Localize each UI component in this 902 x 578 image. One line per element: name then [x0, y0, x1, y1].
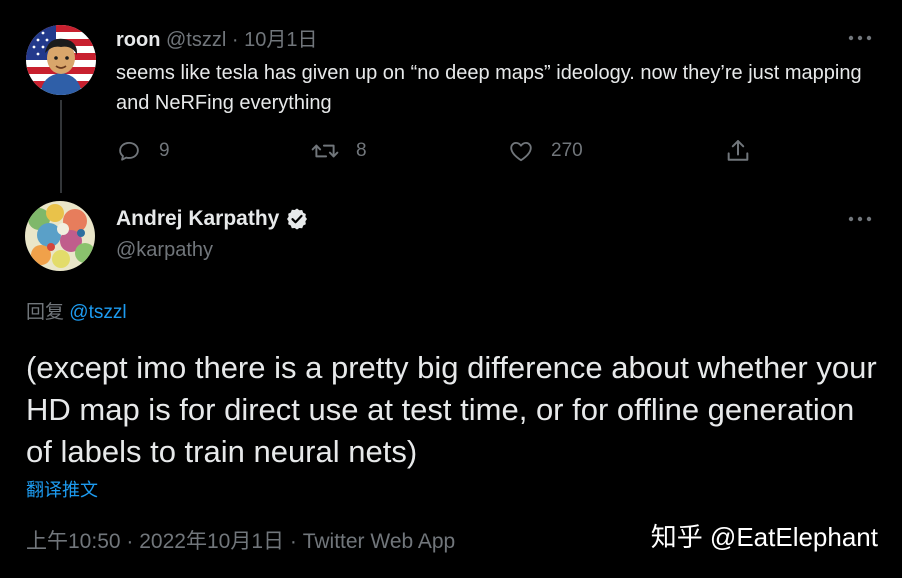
more-dots-icon: [848, 216, 872, 222]
main-author-name[interactable]: Andrej Karpathy: [116, 206, 279, 232]
meta-separator: ·: [126, 530, 134, 553]
heart-icon: [510, 141, 532, 162]
reply-button[interactable]: 9: [116, 135, 170, 167]
cartoon-avatar-american-flag-icon: [26, 25, 96, 95]
reply-mention-link[interactable]: @tszzl: [69, 302, 126, 323]
verified-check-icon: [287, 208, 308, 230]
thread-connector-line: [60, 100, 62, 193]
parent-author-name[interactable]: roon: [116, 29, 160, 51]
abstract-colorful-avatar-icon: [25, 201, 95, 271]
parent-author-handle[interactable]: @tszzl: [166, 29, 226, 51]
header-separator: ·: [231, 29, 239, 51]
like-button[interactable]: 270: [508, 135, 583, 167]
parent-more-button[interactable]: [846, 30, 874, 46]
tweet-time[interactable]: 上午10:50: [26, 530, 121, 553]
parent-tweet-text: seems like tesla has given up on “no dee…: [116, 62, 862, 114]
tweet-meta: 上午10:50 · 2022年10月1日 · Twitter Web App: [26, 528, 455, 556]
reply-icon: [119, 141, 139, 161]
main-author-name-row[interactable]: Andrej Karpathy: [116, 206, 309, 232]
main-tweet-text: (except imo there is a pretty big differ…: [26, 350, 877, 469]
karpathy-avatar[interactable]: [25, 201, 95, 271]
reply-prefix: 回复: [26, 302, 65, 323]
retweet-count: 8: [356, 140, 367, 161]
share-icon: [727, 140, 749, 161]
more-dots-icon: [848, 35, 872, 41]
replying-to: 回复 @tszzl: [26, 300, 127, 326]
parent-tweet-date[interactable]: 10月1日: [244, 29, 317, 51]
zhihu-watermark: 知乎 @EatElephant: [650, 522, 878, 552]
main-more-button[interactable]: [846, 211, 874, 227]
parent-tweet-header: roon @tszzl · 10月1日: [116, 28, 317, 52]
retweet-icon: [311, 144, 339, 158]
translate-tweet-link[interactable]: 翻译推文: [26, 478, 98, 502]
like-count: 270: [551, 140, 583, 161]
meta-separator: ·: [289, 530, 297, 553]
share-button[interactable]: [724, 135, 752, 167]
roon-avatar[interactable]: [26, 25, 96, 95]
retweet-button[interactable]: 8: [311, 135, 367, 167]
verified-badge: [285, 207, 309, 231]
tweet-date[interactable]: 2022年10月1日: [139, 530, 284, 553]
main-author-handle[interactable]: @karpathy: [116, 237, 213, 263]
reply-count: 9: [159, 140, 170, 161]
tweet-source[interactable]: Twitter Web App: [303, 530, 456, 553]
